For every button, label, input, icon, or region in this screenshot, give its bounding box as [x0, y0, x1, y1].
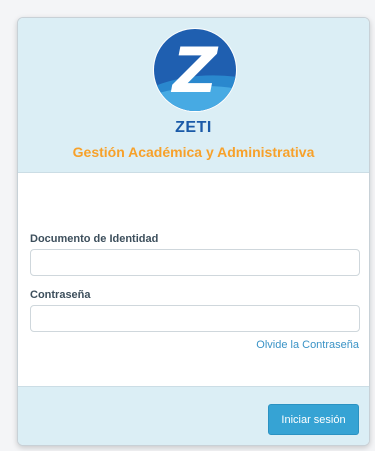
page-subtitle: Gestión Académica y Administrativa — [72, 144, 315, 160]
card-header: Z ZETI Gestión Académica y Administrativ… — [18, 18, 369, 173]
forgot-password-link[interactable]: Olvide la Contraseña — [256, 339, 359, 351]
password-input[interactable] — [30, 305, 360, 332]
password-label: Contraseña — [30, 289, 91, 301]
login-card: Z ZETI Gestión Académica y Administrativ… — [17, 17, 370, 446]
logo-letter: Z — [171, 34, 219, 107]
id-document-input[interactable] — [30, 249, 360, 276]
id-document-label: Documento de Identidad — [30, 233, 159, 245]
login-form: Documento de Identidad Contraseña Olvide… — [18, 173, 369, 386]
login-button[interactable]: Iniciar sesión — [268, 404, 359, 435]
brand-name: ZETI — [175, 119, 212, 136]
zeti-logo-icon: Z — [153, 28, 237, 112]
card-footer: Iniciar sesión — [18, 386, 369, 445]
